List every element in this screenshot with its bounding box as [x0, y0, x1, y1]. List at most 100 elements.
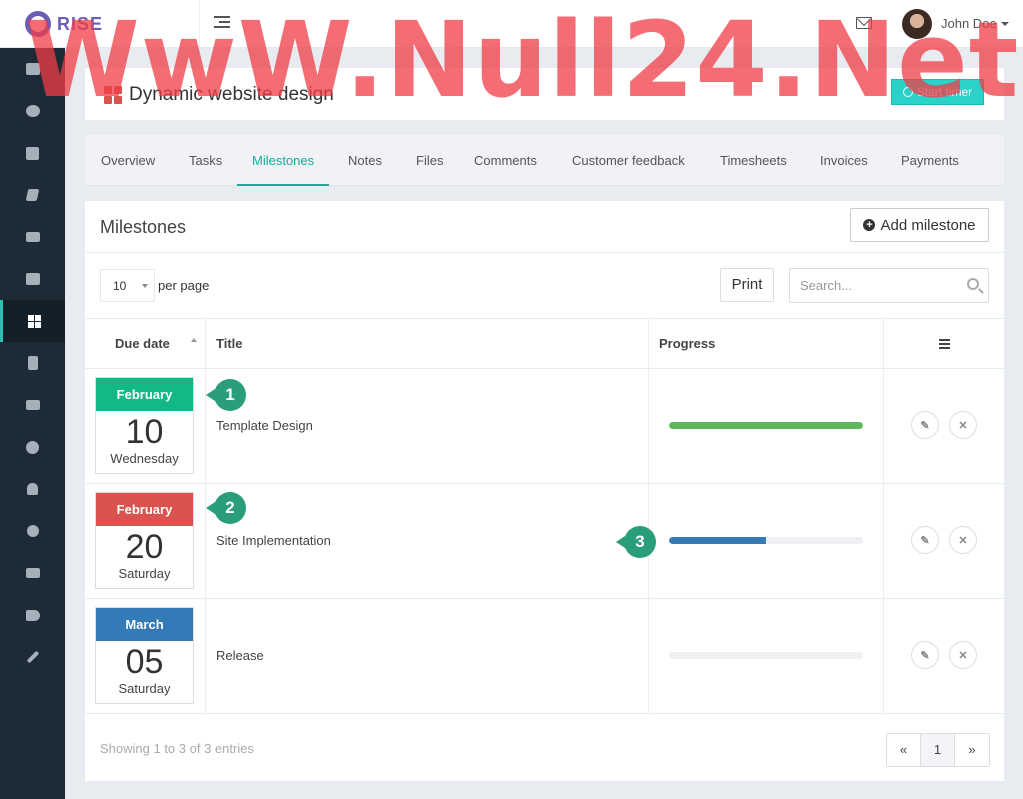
- edit-button[interactable]: ✎: [911, 641, 939, 669]
- close-icon: ✕: [958, 419, 968, 432]
- chevron-down-icon[interactable]: [1001, 22, 1009, 26]
- due-date-box: February 10 Wednesday: [95, 377, 194, 474]
- tab-customer-feedback[interactable]: Customer feedback: [572, 135, 685, 186]
- edit-button[interactable]: ✎: [911, 526, 939, 554]
- per-page-value: 10: [113, 279, 127, 293]
- top-bar: RISE John Doe: [0, 0, 1023, 48]
- sidebar-item-payments[interactable]: [0, 384, 65, 426]
- sidebar-item-settings[interactable]: [0, 636, 65, 678]
- chevron-down-icon: [142, 284, 148, 288]
- page-title: Dynamic website design: [129, 84, 334, 105]
- tab-overview[interactable]: Overview: [101, 135, 155, 186]
- due-date-month: February: [96, 493, 193, 526]
- column-menu-icon[interactable]: [939, 339, 950, 349]
- logo[interactable]: RISE: [0, 0, 200, 48]
- sidebar-item-leave[interactable]: [0, 552, 65, 594]
- sidebar: [0, 48, 65, 799]
- project-header: Dynamic website design Start timer: [85, 68, 1004, 120]
- sidebar-item-events[interactable]: [0, 132, 65, 174]
- user-name[interactable]: John Doe: [941, 16, 997, 31]
- logo-icon: [25, 11, 51, 37]
- book-icon: [25, 189, 40, 201]
- callout-badge: 3: [616, 526, 656, 558]
- logo-text: RISE: [57, 13, 104, 34]
- tab-milestones[interactable]: Milestones: [237, 135, 330, 186]
- sidebar-item-dashboard[interactable]: [0, 48, 65, 90]
- per-page-label: per page: [158, 278, 210, 293]
- tab-timesheets[interactable]: Timesheets: [720, 135, 787, 186]
- progress-bar: [669, 537, 863, 544]
- card-title: Milestones: [100, 217, 187, 237]
- due-date-month: February: [96, 378, 193, 411]
- progress-fill: [669, 537, 766, 544]
- column-header-title[interactable]: Title: [216, 319, 243, 369]
- monitor-icon: [25, 63, 40, 75]
- milestone-title: Template Design: [216, 418, 313, 433]
- sidebar-item-invoices[interactable]: [0, 342, 65, 384]
- tab-notes[interactable]: Notes: [348, 135, 382, 186]
- due-date-box: March 05 Saturday: [95, 607, 194, 704]
- sidebar-item-messages[interactable]: [0, 90, 65, 132]
- due-date-day: 10: [125, 413, 164, 451]
- pagination: « 1 »: [886, 733, 990, 767]
- due-date-month: March: [96, 608, 193, 641]
- progress-bar: [669, 422, 863, 429]
- due-date-weekday: Wednesday: [110, 451, 179, 466]
- pencil-icon: ✎: [920, 419, 930, 432]
- tab-invoices[interactable]: Invoices: [820, 135, 868, 186]
- tab-payments[interactable]: Payments: [901, 135, 959, 186]
- tab-tasks[interactable]: Tasks: [189, 135, 222, 186]
- briefcase-icon: [25, 273, 40, 285]
- milestones-card: Milestones + Add milestone 10 per page P…: [85, 201, 1004, 781]
- wrench-icon: [26, 650, 39, 664]
- calendar-icon: [26, 146, 39, 160]
- delete-button[interactable]: ✕: [949, 411, 977, 439]
- per-page-select[interactable]: 10: [100, 269, 155, 302]
- edit-button[interactable]: ✎: [911, 411, 939, 439]
- print-button[interactable]: Print: [720, 268, 774, 302]
- start-timer-button[interactable]: Start timer: [891, 79, 984, 105]
- sidebar-item-timesheets[interactable]: [0, 510, 65, 552]
- search-input[interactable]: [790, 269, 960, 302]
- column-header-progress[interactable]: Progress: [659, 319, 715, 369]
- add-milestone-label: Add milestone: [880, 216, 976, 234]
- pagination-prev[interactable]: «: [887, 734, 921, 766]
- search-icon[interactable]: [967, 278, 979, 290]
- callout-badge: 2: [206, 492, 246, 524]
- clock-icon: [26, 525, 39, 537]
- pagination-page[interactable]: 1: [921, 734, 955, 766]
- milestone-title: Release: [216, 648, 264, 663]
- sidebar-item-team[interactable]: [0, 468, 65, 510]
- due-date-box: February 20 Saturday: [95, 492, 194, 589]
- clock-icon: [902, 87, 913, 97]
- table-row: March 05 Saturday Release ✎ ✕: [85, 598, 1004, 713]
- megaphone-icon: [25, 609, 40, 621]
- due-date-weekday: Saturday: [118, 566, 171, 581]
- grid-icon: [27, 314, 41, 328]
- add-milestone-button[interactable]: + Add milestone: [850, 208, 989, 242]
- sidebar-item-projects[interactable]: [0, 300, 65, 342]
- sidebar-item-announcements[interactable]: [0, 594, 65, 636]
- delete-button[interactable]: ✕: [949, 641, 977, 669]
- sidebar-item-clients[interactable]: [0, 258, 65, 300]
- file-icon: [27, 356, 38, 370]
- tab-files[interactable]: Files: [416, 135, 443, 186]
- envelope-icon[interactable]: [856, 17, 872, 29]
- pagination-next[interactable]: »: [955, 734, 989, 766]
- progress-bar: [669, 652, 863, 659]
- delete-button[interactable]: ✕: [949, 526, 977, 554]
- sidebar-item-email[interactable]: [0, 216, 65, 258]
- avatar[interactable]: [902, 9, 932, 39]
- start-timer-label: Start timer: [916, 85, 973, 99]
- sort-up-icon[interactable]: [191, 338, 197, 342]
- sidebar-toggle-icon[interactable]: [214, 16, 230, 30]
- pencil-icon: ✎: [920, 534, 930, 547]
- progress-fill: [669, 422, 863, 429]
- sidebar-item-support[interactable]: [0, 426, 65, 468]
- sidebar-item-notes[interactable]: [0, 174, 65, 216]
- due-date-weekday: Saturday: [118, 681, 171, 696]
- column-header-due-date[interactable]: Due date: [115, 319, 170, 369]
- envelope-icon: [25, 232, 40, 242]
- tab-comments[interactable]: Comments: [474, 135, 537, 186]
- project-grid-icon: [104, 86, 122, 104]
